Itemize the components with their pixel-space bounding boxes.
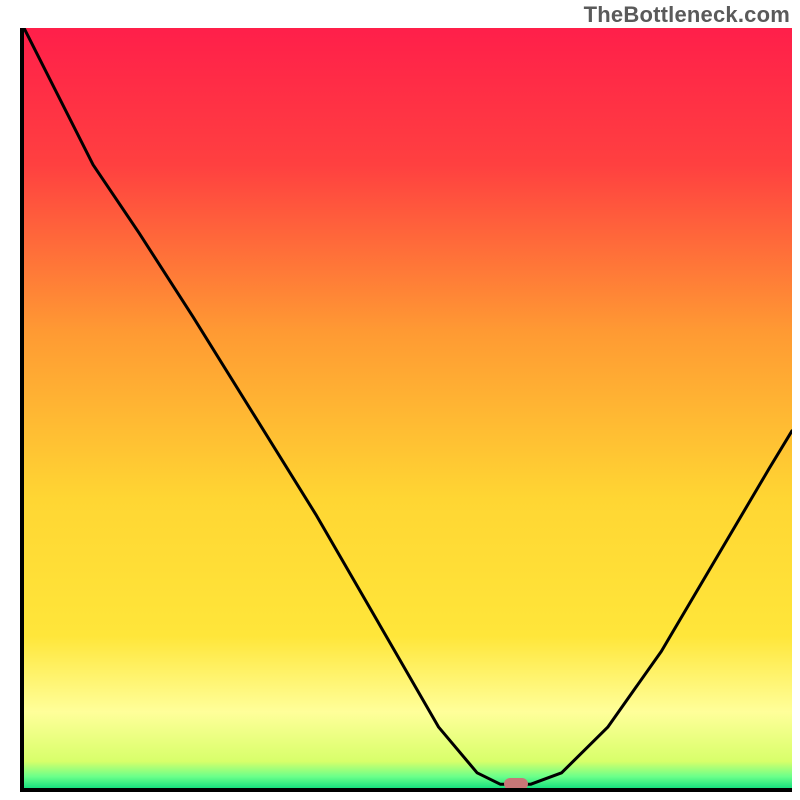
optimal-marker xyxy=(504,778,528,790)
chart-svg xyxy=(24,28,792,788)
plot-area xyxy=(20,28,792,792)
chart-frame: TheBottleneck.com xyxy=(0,0,800,800)
attribution-text: TheBottleneck.com xyxy=(584,2,790,28)
